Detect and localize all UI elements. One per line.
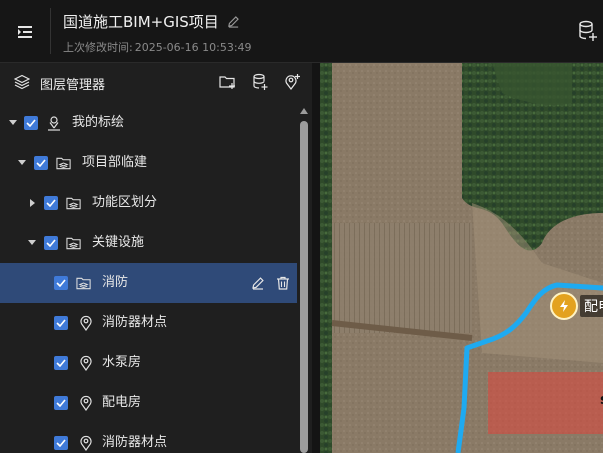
delete-layer-button[interactable]	[275, 275, 291, 291]
layer-tree: 我的标绘 项目部临建 功能区划分 关键设施 消防 消防器材点 水泵房 配电房 消…	[0, 103, 298, 453]
last-modified-label: 上次修改时间:	[63, 41, 133, 54]
app-header: 国道施工BIM+GIS项目 上次修改时间: 2025-06-16 10:53:49	[0, 0, 603, 63]
layer-checkbox[interactable]	[34, 156, 48, 170]
layer-checkbox[interactable]	[54, 276, 68, 290]
satellite-imagery	[312, 63, 603, 453]
expand-caret[interactable]	[8, 118, 18, 128]
tree-row-fire-equipment-2[interactable]: 消防器材点	[0, 423, 297, 453]
last-modified-time: 2025-06-16 10:53:49	[134, 41, 252, 54]
trash-icon	[277, 276, 289, 290]
scrollbar-thumb[interactable]	[300, 121, 308, 453]
edit-title-button[interactable]	[227, 15, 241, 29]
tree-row-my-plots[interactable]: 我的标绘	[0, 103, 297, 143]
layer-label: 我的标绘	[72, 115, 125, 130]
tree-row-power-room[interactable]: 配电房	[0, 383, 297, 423]
tree-row-fire-equipment[interactable]: 消防器材点	[0, 303, 297, 343]
map-pin-icon	[78, 395, 94, 411]
check-icon	[36, 159, 46, 167]
check-icon	[56, 359, 66, 367]
layer-label: 项目部临建	[82, 155, 148, 170]
folder-layers-icon	[56, 155, 72, 171]
tree-row-fire[interactable]: 消防	[0, 263, 297, 303]
layer-checkbox[interactable]	[54, 436, 68, 450]
layer-label: 水泵房	[102, 355, 142, 370]
menu-icon	[18, 25, 32, 38]
check-icon	[56, 279, 66, 287]
panel-splitter[interactable]	[312, 63, 320, 453]
tree-scrollbar[interactable]	[298, 103, 310, 453]
layer-label: 关键设施	[92, 235, 145, 250]
caret-down-icon	[9, 120, 17, 125]
add-layer-data-button[interactable]	[250, 72, 270, 92]
pencil-icon	[227, 16, 239, 28]
add-data-source-button[interactable]	[575, 18, 601, 44]
check-icon	[46, 199, 56, 207]
layer-manager-header: 图层管理器	[0, 63, 312, 101]
expand-caret[interactable]	[27, 238, 37, 248]
layer-checkbox[interactable]	[24, 116, 38, 130]
check-icon	[26, 119, 36, 127]
layer-label: 消防器材点	[102, 315, 168, 330]
tree-row-function-zones[interactable]: 功能区划分	[0, 183, 297, 223]
map-pin-icon	[78, 355, 94, 371]
caret-right-icon	[30, 199, 35, 207]
layer-manager-panel: 图层管理器 我的标绘 项目部临建 功能区划分 关键设施 消防 消防器材点 水泵房…	[0, 63, 312, 453]
scroll-up-icon[interactable]	[300, 107, 308, 115]
folder-layers-icon	[66, 195, 82, 211]
layer-checkbox[interactable]	[54, 316, 68, 330]
power-room-marker[interactable]: 配电	[550, 292, 603, 320]
header-divider	[50, 8, 51, 54]
add-marker-button[interactable]	[282, 72, 302, 92]
layer-label: 功能区划分	[92, 195, 158, 210]
marker-add-icon	[285, 74, 300, 90]
check-icon	[46, 239, 56, 247]
caret-down-icon	[18, 160, 26, 165]
layers-icon	[14, 74, 30, 90]
layer-checkbox[interactable]	[54, 356, 68, 370]
expand-caret[interactable]	[28, 198, 38, 208]
check-icon	[56, 319, 66, 327]
layer-checkbox[interactable]	[44, 236, 58, 250]
database-add-icon	[253, 73, 268, 90]
layer-label: 消防器材点	[102, 435, 168, 450]
map-pin-icon	[78, 315, 94, 331]
menu-toggle-button[interactable]	[0, 0, 50, 63]
layer-checkbox[interactable]	[44, 196, 58, 210]
layer-manager-title: 图层管理器	[40, 78, 106, 93]
check-icon	[56, 439, 66, 447]
last-modified: 上次修改时间: 2025-06-16 10:53:49	[63, 39, 254, 55]
project-title: 国道施工BIM+GIS项目	[63, 13, 219, 31]
folder-add-icon	[219, 76, 235, 89]
layer-label: 配电房	[102, 395, 142, 410]
pencil-icon	[252, 277, 264, 290]
expand-caret[interactable]	[17, 158, 27, 168]
edit-layer-button[interactable]	[250, 275, 266, 291]
folder-layers-icon	[76, 275, 92, 291]
tree-row-pump-house[interactable]: 水泵房	[0, 343, 297, 383]
marker-label: 配电	[580, 295, 603, 317]
tree-row-key-facilities[interactable]: 关键设施	[0, 223, 297, 263]
folder-layers-icon	[66, 235, 82, 251]
map-pin-icon	[78, 435, 94, 451]
caret-down-icon	[28, 240, 36, 245]
power-room-icon	[550, 292, 578, 320]
map-view[interactable]: 配电 s	[312, 63, 603, 453]
database-add-icon	[579, 20, 597, 41]
layer-label: 消防	[102, 275, 129, 290]
add-folder-button[interactable]	[218, 72, 238, 92]
user-pin-icon	[46, 115, 62, 131]
check-icon	[56, 399, 66, 407]
layer-checkbox[interactable]	[54, 396, 68, 410]
tree-row-project-dept[interactable]: 项目部临建	[0, 143, 297, 183]
